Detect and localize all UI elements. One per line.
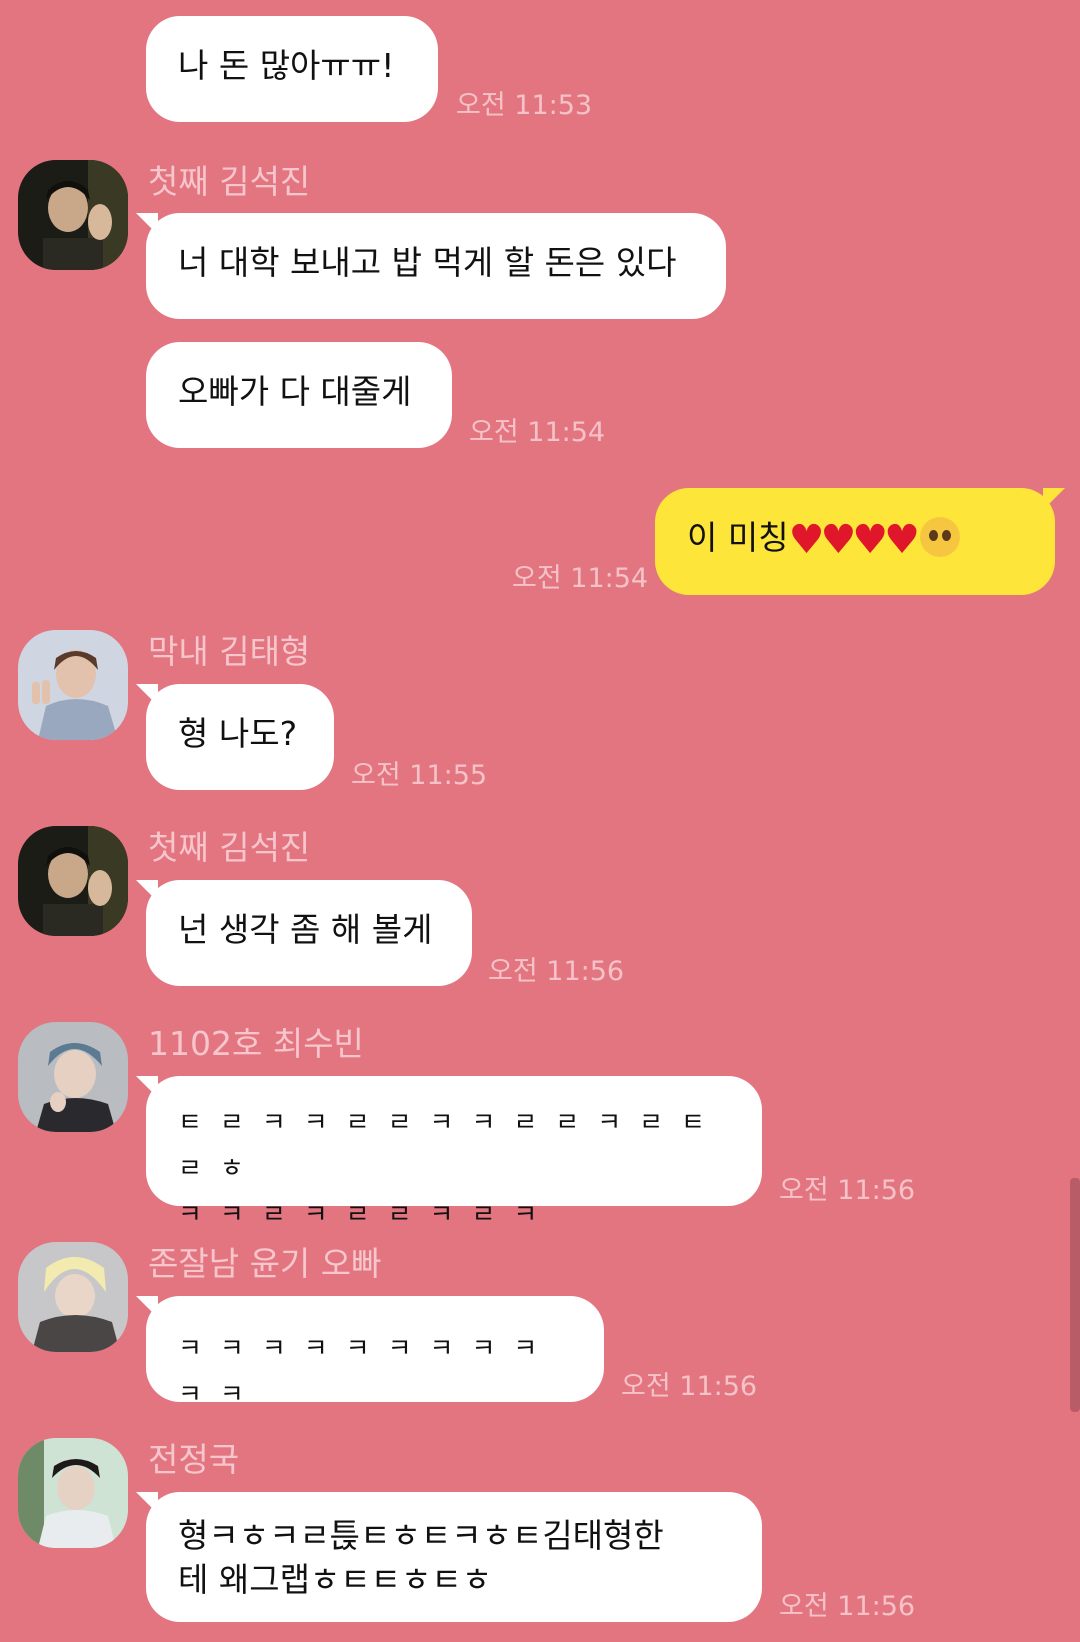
message-text: ㅋㅋㅋㅋㅋㅋㅋㅋㅋㅋㅋ xyxy=(178,1334,556,1410)
message-bubble[interactable]: 오빠가 다 대줄게 xyxy=(146,342,452,448)
message-text: 테 왜그랩ㅎㅌㅌㅎㅌㅎ xyxy=(178,1560,493,1599)
sender-name: 막내 김태형 xyxy=(148,632,311,671)
message-bubble[interactable]: ㅋㅋㅋㅋㅋㅋㅋㅋㅋㅋㅋ xyxy=(136,1296,604,1410)
seokjin-avatar[interactable] xyxy=(18,826,128,936)
message-text: 형ㅋㅎㅋㄹ튽ㅌㅎㅌㅋㅎㅌ김태형한 xyxy=(178,1516,664,1555)
heart-icon: ♥♥♥♥ xyxy=(788,517,920,563)
message-time: 오전 11:54 xyxy=(469,417,606,448)
message-text: 너 대학 보내고 밥 먹게 할 돈은 있다 xyxy=(178,243,677,282)
taehyung-avatar[interactable] xyxy=(18,630,128,740)
seokjin-avatar[interactable] xyxy=(18,160,128,270)
message-text: 이 미칭 xyxy=(687,518,789,557)
yoongi-avatar[interactable] xyxy=(18,1242,128,1352)
message-text: ㅌㄹㅋㅋㄹㄹㅋㅋㄹㄹㅋㄹㅌㄹㅎ xyxy=(178,1108,723,1184)
message-bubble[interactable]: ㅌㄹㅋㅋㄹㄹㅋㅋㄹㄹㅋㄹㅌㄹㅎ ㅋㅋㄹㅋㄹㄹㅋㄹㅋ xyxy=(136,1076,762,1230)
message-time: 오전 11:56 xyxy=(779,1591,916,1622)
message-bubble[interactable]: 너 대학 보내고 밥 먹게 할 돈은 있다 xyxy=(136,213,726,319)
message-text: 오빠가 다 대줄게 xyxy=(178,372,412,411)
message-text: 형 나도? xyxy=(178,714,298,753)
message-time: 오전 11:54 xyxy=(512,563,649,594)
message-time: 오전 11:55 xyxy=(351,760,488,791)
message-bubble[interactable]: 나 돈 많아ㅠㅠ! xyxy=(146,16,438,122)
message-bubble[interactable]: 형ㅋㅎㅋㄹ튽ㅌㅎㅌㅋㅎㅌ김태형한 테 왜그랩ㅎㅌㅌㅎㅌㅎ xyxy=(136,1492,762,1622)
sender-name: 첫째 김석진 xyxy=(148,162,311,201)
sender-name: 첫째 김석진 xyxy=(148,828,311,867)
scrollbar[interactable] xyxy=(1070,1178,1080,1412)
sender-name: 전정국 xyxy=(148,1440,240,1479)
message-time: 오전 11:53 xyxy=(456,90,593,121)
message-text: 넌 생각 좀 해 볼게 xyxy=(178,910,433,949)
message-time: 오전 11:56 xyxy=(488,956,625,987)
jungkook-avatar[interactable] xyxy=(18,1438,128,1548)
message-text: ㅋㅋㄹㅋㄹㄹㅋㄹㅋ xyxy=(178,1200,556,1230)
my-message-bubble[interactable]: 이 미칭♥♥♥♥ xyxy=(655,488,1065,595)
pleading-face-icon xyxy=(920,517,961,557)
message-time: 오전 11:56 xyxy=(779,1175,916,1206)
message-bubble[interactable]: 형 나도? xyxy=(136,684,334,790)
chat-room: 나 돈 많아ㅠㅠ! 오전 11:53 첫째 김석진 너 대학 보내고 밥 먹게 … xyxy=(0,0,1080,1642)
message-bubble[interactable]: 넌 생각 좀 해 볼게 xyxy=(136,880,472,986)
sender-name: 존잘남 윤기 오빠 xyxy=(148,1244,382,1283)
sender-name: 1102호 최수빈 xyxy=(148,1024,364,1063)
message-time: 오전 11:56 xyxy=(621,1371,758,1402)
soobin-avatar[interactable] xyxy=(18,1022,128,1132)
message-text: 나 돈 많아ㅠㅠ! xyxy=(178,46,395,85)
